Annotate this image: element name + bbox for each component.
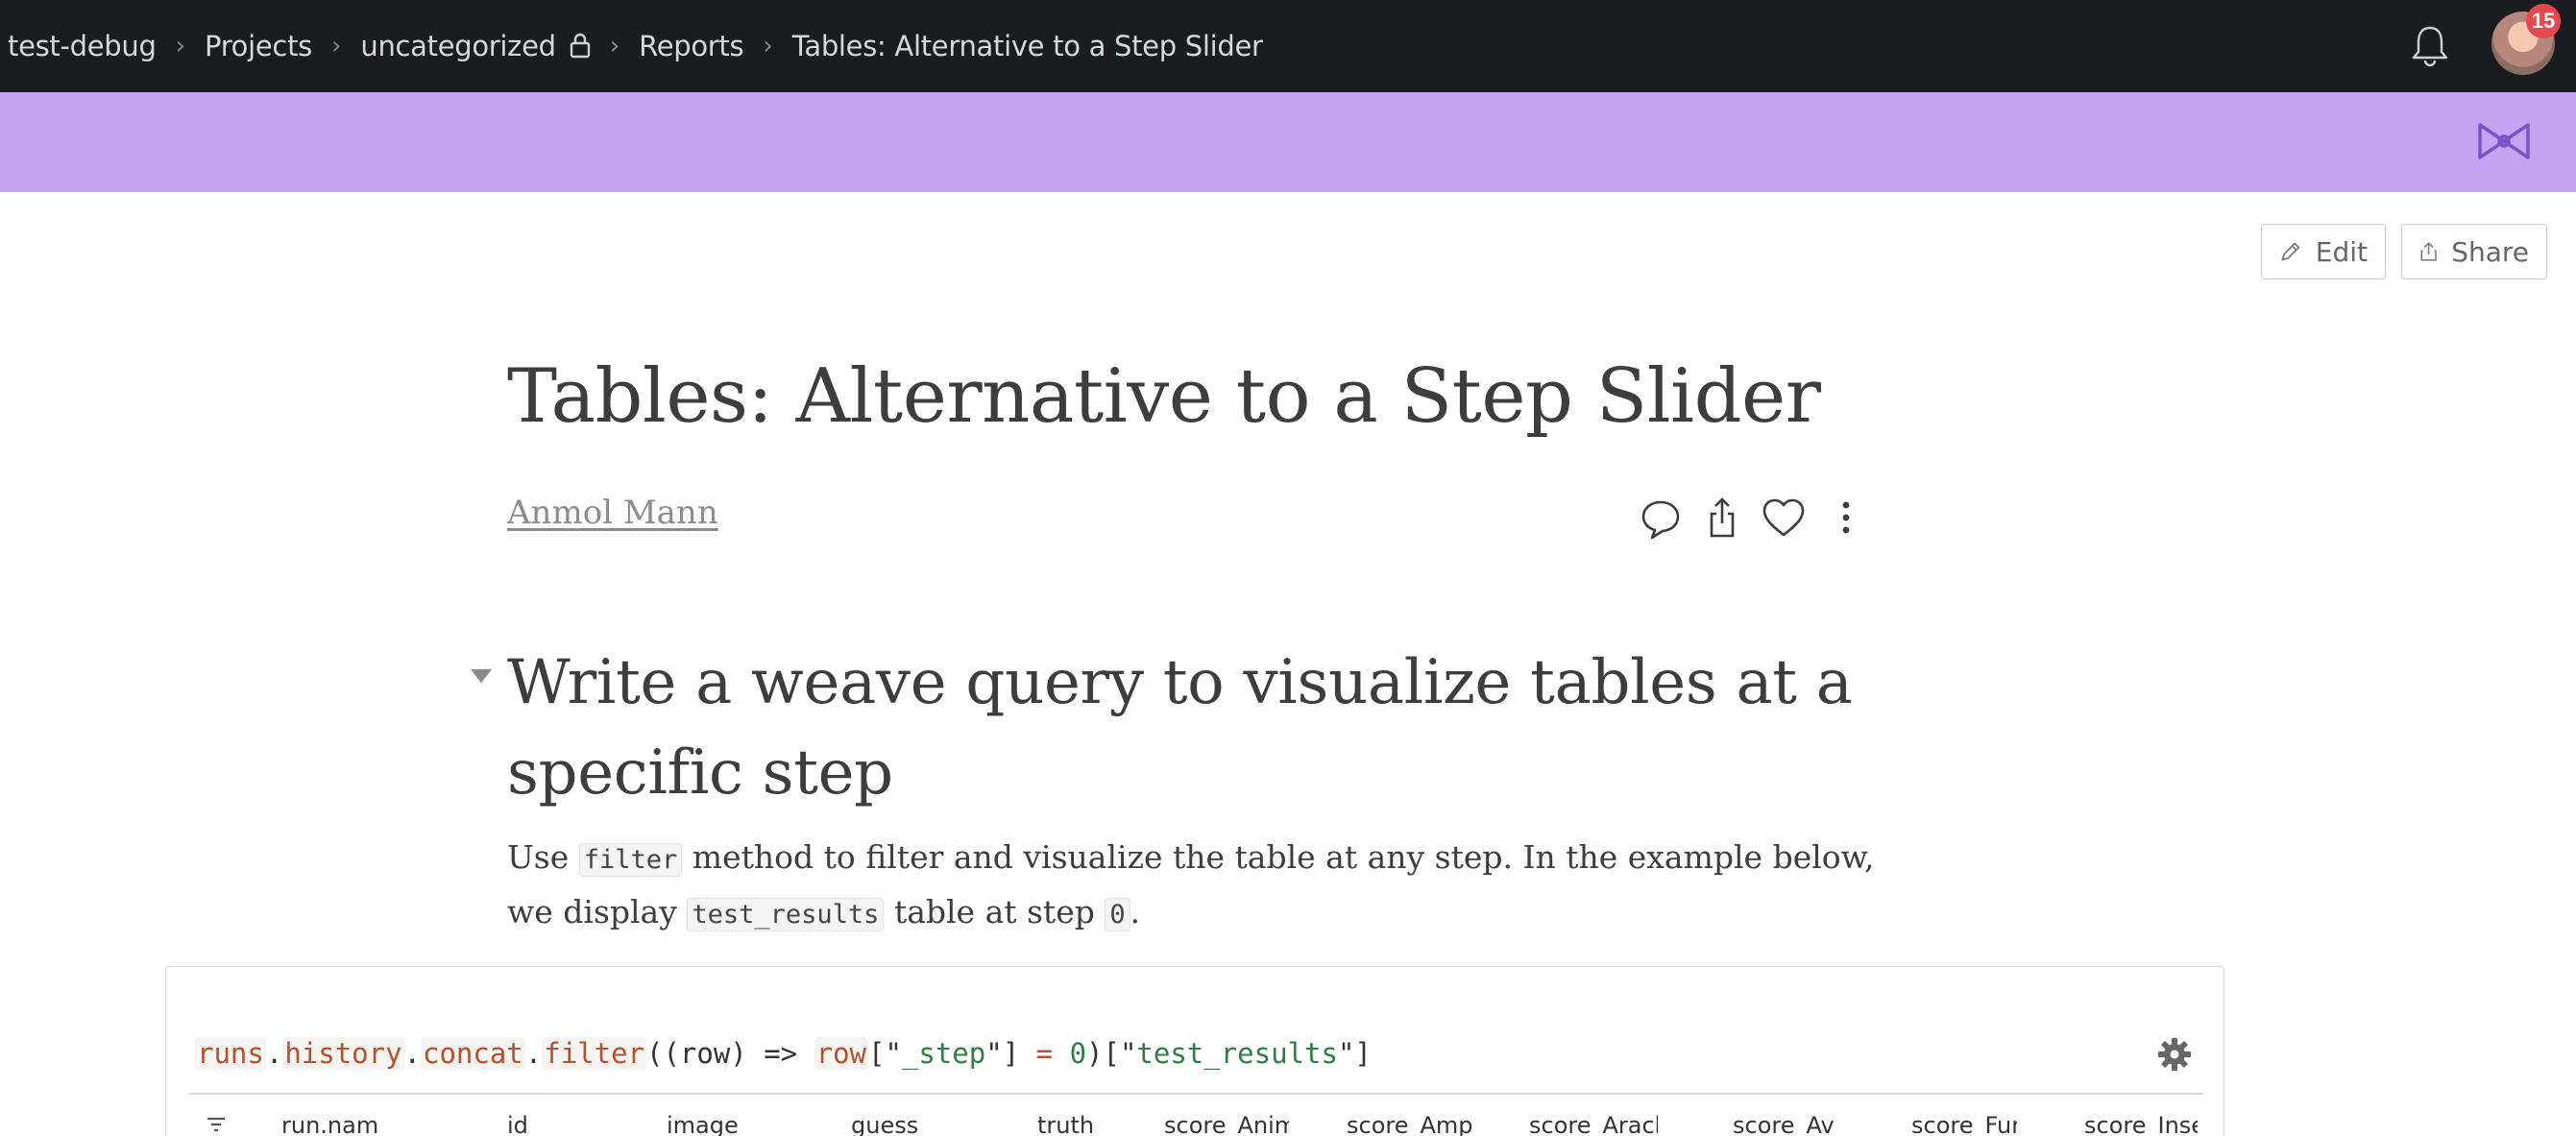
query-token: ((row) =>	[646, 1037, 814, 1070]
query-token: .	[403, 1037, 421, 1070]
table-header: run.nam id image guess truth score_Anim …	[188, 1095, 2203, 1136]
query-token: filter	[542, 1037, 646, 1070]
query-token: 0	[1069, 1037, 1087, 1070]
column-header[interactable]: guess	[851, 1112, 957, 1136]
breadcrumb-project-label: uncategorized	[360, 30, 556, 62]
report-actions	[1639, 494, 1869, 542]
inline-code: 0	[1105, 898, 1130, 931]
column-header[interactable]: image	[667, 1112, 772, 1136]
edit-button[interactable]: Edit	[2261, 224, 2386, 279]
share-icon[interactable]	[1700, 494, 1744, 542]
share-button[interactable]: Share	[2401, 224, 2547, 279]
bowtie-logo-icon[interactable]	[2476, 119, 2532, 163]
pencil-icon	[2281, 242, 2300, 261]
chevron-right-icon: ›	[175, 32, 186, 60]
section-paragraph[interactable]: Use filter method to filter and visualiz…	[507, 832, 1929, 941]
report-banner	[0, 92, 2576, 192]
column-header[interactable]: score_Ampl	[1347, 1112, 1473, 1136]
query-token: row	[814, 1037, 868, 1070]
lock-icon	[570, 33, 590, 59]
breadcrumb-reports[interactable]: Reports	[639, 30, 743, 62]
section-heading[interactable]: Write a weave query to visualize tables …	[507, 638, 1871, 818]
query-token: ["	[868, 1037, 902, 1070]
query-token: .	[265, 1037, 283, 1070]
query-token: _step	[901, 1037, 986, 1070]
column-header[interactable]: truth	[1037, 1112, 1124, 1136]
column-header[interactable]: score_Inse	[2084, 1112, 2198, 1136]
breadcrumb-entity[interactable]: test-debug	[8, 30, 157, 62]
chevron-right-icon: ›	[609, 32, 620, 60]
bell-icon[interactable]	[2409, 23, 2451, 67]
report-title[interactable]: Tables: Alternative to a Step Slider	[507, 353, 1821, 440]
column-header[interactable]: id	[507, 1112, 565, 1136]
share-icon	[2420, 242, 2437, 261]
column-header[interactable]: score_Arach	[1529, 1112, 1658, 1136]
breadcrumb-projects[interactable]: Projects	[205, 30, 312, 62]
column-header[interactable]: score_Ave	[1733, 1112, 1835, 1136]
breadcrumb: test-debug › Projects › uncategorized › …	[0, 0, 1263, 92]
para-text: .	[1130, 893, 1141, 931]
notification-badge: 15	[2526, 4, 2561, 38]
gear-icon[interactable]	[2157, 1037, 2192, 1072]
breadcrumb-current-report: Tables: Alternative to a Step Slider	[791, 30, 1263, 62]
query-token: "]	[1337, 1037, 1372, 1070]
para-text: Use	[507, 838, 579, 876]
column-header[interactable]: score_Anim	[1164, 1112, 1289, 1136]
collapse-section-toggle[interactable]	[471, 669, 492, 683]
chevron-right-icon: ›	[330, 32, 342, 60]
weave-query-expression[interactable]: runs.history.concat.filter((row) => row[…	[195, 1037, 1372, 1070]
query-token: "]	[985, 1037, 1036, 1070]
report-author[interactable]: Anmol Mann	[507, 494, 718, 532]
query-token: concat	[421, 1037, 525, 1070]
inline-code: filter	[578, 843, 683, 877]
column-header[interactable]: score_Fun	[1911, 1112, 2017, 1136]
query-token: .	[524, 1037, 543, 1070]
filter-icon[interactable]	[206, 1116, 227, 1133]
query-token: history	[282, 1037, 404, 1070]
comment-icon[interactable]	[1639, 494, 1683, 542]
query-token: test_results	[1136, 1037, 1338, 1070]
breadcrumb-project[interactable]: uncategorized	[360, 30, 590, 62]
query-token: runs	[195, 1037, 266, 1070]
inline-code: test_results	[687, 898, 885, 931]
query-token: =	[1035, 1037, 1054, 1070]
para-text: table at step	[884, 893, 1106, 931]
query-token: )["	[1086, 1037, 1137, 1070]
heart-icon[interactable]	[1760, 494, 1808, 542]
query-token	[1053, 1037, 1069, 1070]
top-nav: test-debug › Projects › uncategorized › …	[0, 0, 2576, 92]
more-vertical-icon[interactable]	[1827, 494, 1865, 542]
column-header[interactable]: run.nam	[281, 1112, 381, 1136]
share-button-label: Share	[2451, 235, 2529, 268]
edit-button-label: Edit	[2315, 235, 2368, 268]
chevron-right-icon: ›	[763, 32, 773, 60]
